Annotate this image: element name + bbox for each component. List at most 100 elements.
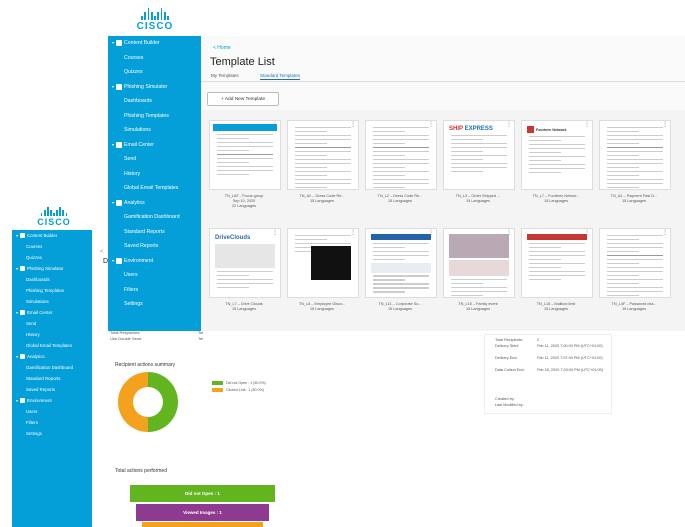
- sidebar-item-saved-reports[interactable]: Saved Reports: [108, 239, 201, 254]
- sidebar-item-global-email-templates[interactable]: Global Email Templates: [12, 340, 92, 351]
- sidebar-item-quizzes[interactable]: Quizzes: [108, 65, 201, 80]
- building-icon: [116, 257, 123, 264]
- tab-standard-templates[interactable]: Standard Templates: [260, 73, 300, 80]
- template-card[interactable]: DriveClouds ⋮: [209, 228, 281, 298]
- detail-label: Use Double Send: [110, 336, 142, 341]
- sidebar-item-phishing-templates[interactable]: Phishing Templates: [12, 285, 92, 296]
- sidebar-item-settings[interactable]: Settings: [108, 297, 201, 312]
- template-thumbnail: [369, 124, 433, 188]
- sidebar-item-simulations[interactable]: Simulations: [12, 296, 92, 307]
- template-card[interactable]: Fourteen Network ⋮: [521, 120, 593, 190]
- sidebar-item-courses[interactable]: Courses: [12, 241, 92, 252]
- sidebar-item-history[interactable]: History: [108, 167, 201, 182]
- more-options-icon[interactable]: ⋮: [428, 122, 434, 128]
- sidebar-item-dashboards[interactable]: Dashboards: [108, 94, 201, 109]
- sidebar-section-label: Environment: [27, 398, 52, 403]
- chevron-down-icon: ▾: [112, 40, 115, 45]
- template-card[interactable]: ⋮: [287, 120, 359, 190]
- chevron-down-icon: ▾: [16, 310, 19, 315]
- sidebar-section-phishing-simulator[interactable]: ▾ Phishing Simulator: [108, 80, 201, 95]
- sidebar-item-gamification-dashboard[interactable]: Gamification Dashboard: [12, 362, 92, 373]
- info-value: Feb 11, 2020 7:07:00 PM (UTC+01:00): [537, 356, 603, 360]
- recipient-summary-title: Recipient actions summary: [115, 362, 176, 368]
- sidebar-section-content-builder[interactable]: ▾ Content Builder: [108, 36, 201, 51]
- scroll-left-arrow[interactable]: <: [100, 249, 104, 255]
- sidebar-item-gamification-dashboard[interactable]: Gamification Dashboard: [108, 210, 201, 225]
- chevron-down-icon: ▾: [16, 266, 19, 271]
- more-options-icon[interactable]: ⋮: [506, 230, 512, 236]
- sidebar-item-users[interactable]: Users: [12, 406, 92, 417]
- detail-value: Tel: [198, 336, 204, 341]
- template-card[interactable]: ⋮: [365, 228, 437, 298]
- template-card[interactable]: ⋮: [443, 228, 515, 298]
- sidebar-item-history[interactable]: History: [12, 329, 92, 340]
- more-options-icon[interactable]: ⋮: [272, 122, 278, 128]
- template-card[interactable]: ⋮: [209, 120, 281, 190]
- legend-label: Clicked Link : 1 (50.0%): [226, 388, 264, 392]
- sidebar-section-analytics[interactable]: ▾ Analytics: [108, 196, 201, 211]
- more-options-icon[interactable]: ⋮: [506, 122, 512, 128]
- add-new-template-button[interactable]: + Add New Template: [207, 92, 279, 106]
- template-card[interactable]: ⋮: [599, 228, 671, 298]
- sidebar-section-environment[interactable]: ▾ Environment: [12, 395, 92, 406]
- template-languages: 15 Languages: [465, 199, 491, 203]
- sidebar-section-label: Phishing Simulator: [27, 266, 64, 271]
- template-card[interactable]: ⋮: [599, 120, 671, 190]
- breadcrumb-home-link[interactable]: < Home: [213, 45, 231, 51]
- sidebar-item-standard-reports[interactable]: Standard Reports: [12, 373, 92, 384]
- tab-my-templates[interactable]: My Templates: [211, 73, 239, 78]
- sidebar-section-analytics[interactable]: ▾ Analytics: [12, 351, 92, 362]
- more-options-icon[interactable]: ⋮: [272, 230, 278, 236]
- envelope-icon: [116, 141, 123, 148]
- sidebar-section-phishing-simulator[interactable]: ▾ Phishing Simulator: [12, 263, 92, 274]
- more-options-icon[interactable]: ⋮: [350, 230, 356, 236]
- template-card[interactable]: SHIP EXPRESS ⋮: [443, 120, 515, 190]
- template-card[interactable]: ⋮: [365, 120, 437, 190]
- template-card[interactable]: ⋮: [521, 228, 593, 298]
- more-options-icon[interactable]: ⋮: [662, 230, 668, 236]
- template-languages: 15 Languages: [231, 307, 257, 311]
- template-caption: TN_L7 – Fourteen Networ... 15 Languages: [518, 194, 594, 204]
- sidebar-item-standard-reports[interactable]: Standard Reports: [108, 225, 201, 240]
- sidebar-item-filters[interactable]: Filters: [108, 283, 201, 298]
- sidebar-item-quizzes[interactable]: Quizzes: [12, 252, 92, 263]
- template-caption: TN_L3 – Order Shipped ... 15 Languages: [440, 194, 516, 204]
- sidebar-section-content-builder[interactable]: ▾ Content Builder: [12, 230, 92, 241]
- sidebar-item-simulations[interactable]: Simulations: [108, 123, 201, 138]
- recipient-actions-donut-chart: [118, 372, 178, 432]
- thumb-header: [213, 124, 277, 131]
- sidebar-item-global-email-templates[interactable]: Global Email Templates: [108, 181, 201, 196]
- sidebar-item-send[interactable]: Send: [12, 318, 92, 329]
- more-options-icon[interactable]: ⋮: [584, 230, 590, 236]
- funnel-step-viewed-images: Viewed Images : 1: [136, 504, 269, 521]
- info-value: 2: [537, 338, 540, 342]
- thumb-logo: SHIP: [449, 126, 463, 132]
- funnel-step-next: [142, 522, 263, 527]
- template-thumbnail: [603, 124, 667, 188]
- sidebar-item-settings[interactable]: Settings: [12, 428, 92, 439]
- sidebar-item-send[interactable]: Send: [108, 152, 201, 167]
- info-value: Feb 11, 2020 7:00:00 PM (UTC+01:00): [537, 344, 603, 348]
- more-options-icon[interactable]: ⋮: [584, 122, 590, 128]
- sidebar-item-courses[interactable]: Courses: [108, 51, 201, 66]
- template-caption: TN_L7 – Drive Clouds 15 Languages: [206, 302, 282, 312]
- more-options-icon[interactable]: ⋮: [662, 122, 668, 128]
- template-caption: TN_L16 – Mailbox limit 15 Languages: [518, 302, 594, 312]
- sidebar-item-users[interactable]: Users: [108, 268, 201, 283]
- template-languages: 15 Languages: [621, 307, 647, 311]
- info-label: Created by:: [495, 397, 515, 401]
- sidebar-item-saved-reports[interactable]: Saved Reports: [12, 384, 92, 395]
- sidebar-section-environment[interactable]: ▾ Environment: [108, 254, 201, 269]
- sidebar-item-dashboards[interactable]: Dashboards: [12, 274, 92, 285]
- info-label: Last Modified by:: [495, 403, 524, 407]
- more-options-icon[interactable]: ⋮: [428, 230, 434, 236]
- more-options-icon[interactable]: ⋮: [350, 122, 356, 128]
- template-thumbnail: [525, 232, 589, 294]
- template-caption: TN_L4F – Password cha... 15 Languages: [596, 302, 672, 312]
- sidebar-section-email-center[interactable]: ▾ Email Center: [108, 138, 201, 153]
- sidebar-item-filters[interactable]: Filters: [12, 417, 92, 428]
- template-card[interactable]: ⋮: [287, 228, 359, 298]
- sidebar-item-phishing-templates[interactable]: Phishing Templates: [108, 109, 201, 124]
- cisco-wordmark: CISCO: [37, 217, 71, 227]
- sidebar-section-email-center[interactable]: ▾ Email Center: [12, 307, 92, 318]
